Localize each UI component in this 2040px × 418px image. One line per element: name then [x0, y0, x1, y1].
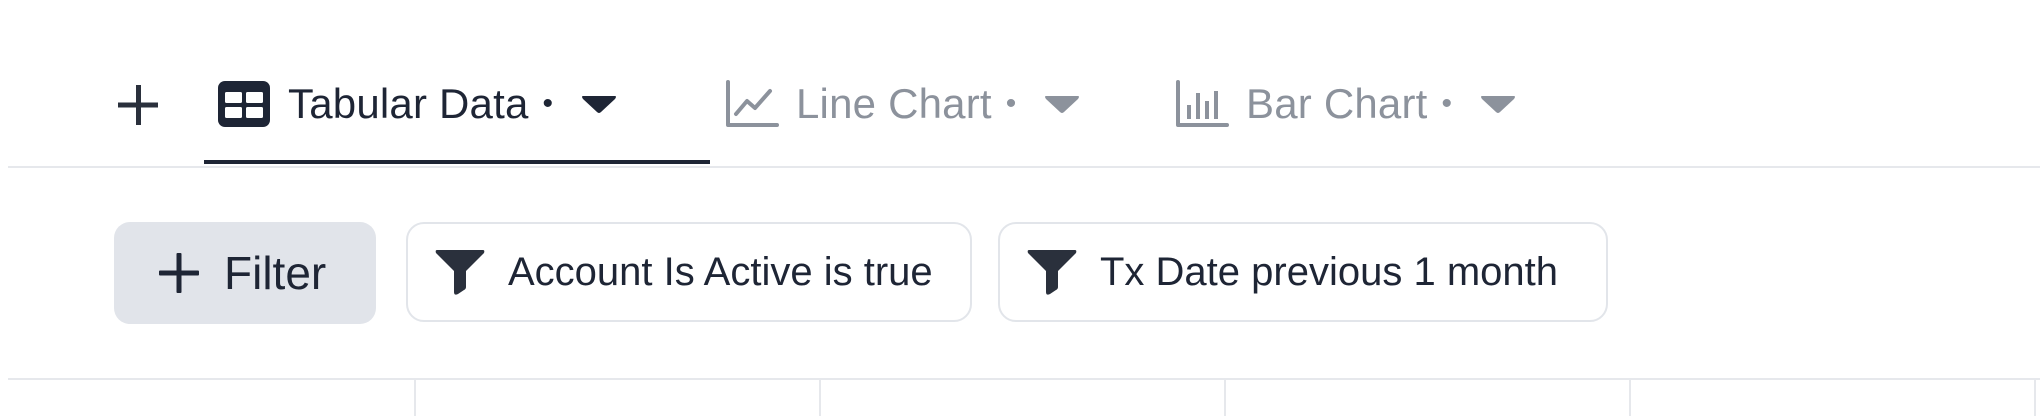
- column-divider[interactable]: [819, 378, 821, 416]
- filter-button-label: Filter: [224, 247, 327, 299]
- chevron-down-icon[interactable]: [1044, 94, 1080, 114]
- tab-label: Bar Chart: [1246, 80, 1428, 127]
- tab-line-chart[interactable]: Line Chart •: [724, 72, 1080, 164]
- table-header: [8, 378, 2040, 418]
- column-divider[interactable]: [1224, 378, 1226, 416]
- tab-dot: •: [542, 87, 554, 120]
- funnel-icon: [1026, 247, 1078, 297]
- filter-chip-account-is-active[interactable]: Account Is Active is true: [406, 222, 972, 322]
- tab-tabular-data[interactable]: Tabular Data •: [216, 72, 617, 164]
- funnel-icon: [434, 247, 486, 297]
- active-tab-indicator: [204, 160, 710, 164]
- plus-icon: [118, 85, 158, 125]
- tab-dot: •: [1441, 87, 1453, 120]
- column-divider[interactable]: [2034, 378, 2036, 416]
- plus-icon: [158, 252, 200, 294]
- add-tab-button[interactable]: [108, 80, 168, 130]
- filter-chip-label: Tx Date previous 1 month: [1100, 249, 1558, 294]
- filter-chip-label: Account Is Active is true: [508, 249, 933, 294]
- line-chart-icon: [724, 76, 780, 132]
- tab-label: Line Chart: [796, 80, 992, 127]
- chevron-down-icon[interactable]: [1480, 94, 1516, 114]
- filter-chip-tx-date[interactable]: Tx Date previous 1 month: [998, 222, 1608, 322]
- filter-bar: Filter Account Is Active is true Tx Date…: [0, 220, 2040, 326]
- column-divider[interactable]: [1629, 378, 1631, 416]
- column-divider[interactable]: [414, 378, 416, 416]
- chevron-down-icon[interactable]: [581, 94, 617, 114]
- bar-chart-icon: [1174, 76, 1230, 132]
- tab-bar-chart[interactable]: Bar Chart •: [1174, 72, 1516, 164]
- tab-dot: •: [1005, 87, 1017, 120]
- tab-label: Tabular Data: [288, 80, 529, 127]
- add-filter-button[interactable]: Filter: [114, 222, 376, 324]
- table-icon: [216, 76, 272, 132]
